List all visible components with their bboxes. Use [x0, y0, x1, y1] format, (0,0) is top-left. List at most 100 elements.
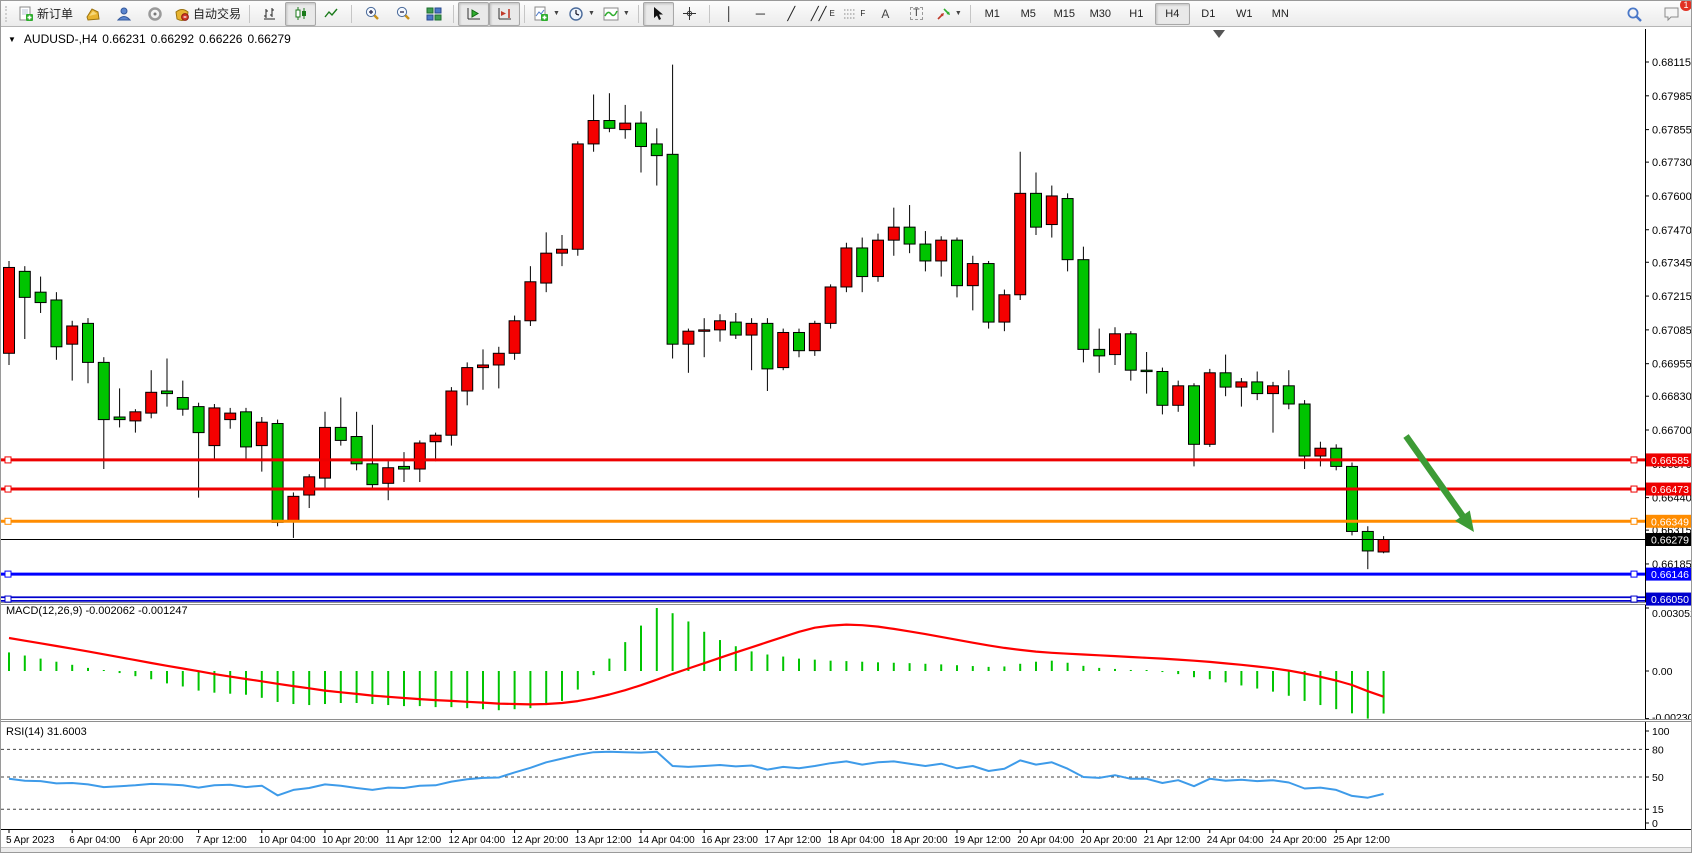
- pane-splitter[interactable]: [1, 720, 1692, 722]
- new-chart-button[interactable]: [77, 2, 108, 26]
- time-tick-label: 21 Apr 12:00: [1144, 835, 1201, 846]
- crosshair-icon: [682, 6, 697, 21]
- indicators-button[interactable]: ▼: [529, 2, 564, 26]
- price-tick-label: 0.67855: [1652, 125, 1692, 137]
- equidistant-channel-button[interactable]: ╱╱E: [807, 2, 839, 26]
- channel-sub-label: E: [830, 9, 835, 18]
- time-axis[interactable]: 5 Apr 20236 Apr 04:006 Apr 20:007 Apr 12…: [1, 829, 1692, 846]
- horizontal-line-object[interactable]: [1, 571, 1645, 577]
- close-value: 0.66279: [247, 32, 290, 46]
- rsi-tick-label: 80: [1652, 744, 1664, 756]
- horizontal-line-object[interactable]: [1, 457, 1645, 463]
- time-tick-label: 12 Apr 04:00: [448, 835, 505, 846]
- low-value: 0.66226: [199, 32, 242, 46]
- line-chart-icon: [324, 6, 339, 21]
- timeframe-button-D1[interactable]: D1: [1191, 3, 1226, 25]
- timeframe-label: W1: [1236, 8, 1253, 20]
- search-button[interactable]: [1619, 2, 1650, 26]
- candles-chart-icon: [293, 6, 308, 21]
- shapes-button[interactable]: ▼: [932, 2, 966, 26]
- line-handle[interactable]: [1631, 571, 1637, 577]
- arrow-object[interactable]: [1406, 436, 1474, 532]
- candles-view-button[interactable]: [285, 2, 316, 26]
- zoom-out-button[interactable]: [387, 2, 418, 26]
- timeframe-button-H1[interactable]: H1: [1119, 3, 1154, 25]
- auto-trading-button[interactable]: 自动交易: [170, 2, 245, 26]
- timeframes-menu-button[interactable]: ▼: [564, 2, 599, 26]
- price-tick-label: 0.68115: [1652, 57, 1691, 69]
- toolbar-separator: [351, 5, 352, 23]
- fibonacci-icon: [843, 7, 857, 21]
- line-handle[interactable]: [1631, 457, 1637, 463]
- ring-icon: [147, 6, 163, 22]
- profile-button[interactable]: [108, 2, 139, 26]
- time-tick-label: 17 Apr 12:00: [764, 835, 821, 846]
- vline-button[interactable]: │: [714, 2, 745, 26]
- horizontal-line-object[interactable]: [1, 486, 1645, 492]
- horizontal-line-object[interactable]: [1, 518, 1645, 524]
- timeframe-button-M30[interactable]: M30: [1083, 3, 1118, 25]
- chart-title[interactable]: ▼ AUDUSD-,H4 0.66231 0.66292 0.66226 0.6…: [8, 32, 291, 46]
- time-tick-label: 24 Apr 20:00: [1270, 835, 1327, 846]
- pane-splitter[interactable]: [1, 603, 1692, 605]
- open-value: 0.66231: [102, 32, 145, 46]
- templates-button[interactable]: ▼: [599, 2, 634, 26]
- line-view-button[interactable]: [316, 2, 347, 26]
- zoom-in-button[interactable]: [356, 2, 387, 26]
- line-handle[interactable]: [5, 596, 11, 602]
- search-icon: [1626, 6, 1643, 23]
- chat-button[interactable]: 1: [1656, 2, 1687, 26]
- time-tick-label: 7 Apr 12:00: [196, 835, 248, 846]
- candlestick-series: [4, 65, 1390, 570]
- bars-chart-icon: [262, 6, 277, 21]
- vertical-line-icon: │: [725, 7, 733, 20]
- templates-caret-icon: ▼: [623, 10, 630, 17]
- line-handle[interactable]: [5, 571, 11, 577]
- label-button[interactable]: T: [901, 2, 932, 26]
- bars-view-button[interactable]: [254, 2, 285, 26]
- time-tick-label: 11 Apr 12:00: [385, 835, 441, 846]
- price-axis[interactable]: 0.681150.679850.678550.677300.676000.674…: [1645, 29, 1692, 829]
- tile-windows-button[interactable]: [418, 2, 449, 26]
- hline-button[interactable]: ─: [745, 2, 776, 26]
- line-handle[interactable]: [1631, 518, 1637, 524]
- line-handle[interactable]: [5, 457, 11, 463]
- timeframe-button-M5[interactable]: M5: [1011, 3, 1046, 25]
- time-tick-label: 5 Apr 2023: [6, 835, 55, 846]
- line-handle[interactable]: [5, 486, 11, 492]
- timeframe-button-M1[interactable]: M1: [975, 3, 1010, 25]
- time-tick-label: 12 Apr 20:00: [512, 835, 569, 846]
- zoom-out-icon: [395, 6, 411, 22]
- trendline-button[interactable]: ╱: [776, 2, 807, 26]
- crosshair-button[interactable]: [674, 2, 705, 26]
- auto-trading-icon: [174, 6, 190, 22]
- rsi-levels: [1, 749, 1645, 809]
- svg-text:0.66146: 0.66146: [1651, 569, 1689, 581]
- horizontal-line-object[interactable]: [1, 596, 1645, 602]
- fibonacci-button[interactable]: F: [839, 2, 870, 26]
- toolbar-separator: [638, 5, 639, 23]
- timeframe-button-W1[interactable]: W1: [1227, 3, 1262, 25]
- window-bottom-strip: [1, 848, 1692, 853]
- timeframe-button-M15[interactable]: M15: [1047, 3, 1082, 25]
- text-button[interactable]: A: [870, 2, 901, 26]
- toolbar-right: 1: [1619, 1, 1687, 27]
- cursor-button[interactable]: [643, 2, 674, 26]
- rsi-label: RSI(14) 31.6003: [6, 726, 87, 738]
- chart-shift-marker[interactable]: [1213, 30, 1225, 38]
- community-button[interactable]: [139, 2, 170, 26]
- line-handle[interactable]: [5, 518, 11, 524]
- axis-price-badge: 0.66349: [1646, 515, 1692, 529]
- line-handle[interactable]: [1631, 486, 1637, 492]
- axis-price-badge: 0.66585: [1646, 453, 1692, 467]
- timeframe-button-MN[interactable]: MN: [1263, 3, 1298, 25]
- new-order-button[interactable]: 新订单: [14, 2, 77, 26]
- time-tick-label: 20 Apr 20:00: [1080, 835, 1137, 846]
- line-handle[interactable]: [1631, 596, 1637, 602]
- zoom-in-icon: [364, 6, 380, 22]
- auto-scroll-button[interactable]: [458, 2, 489, 26]
- toolbar-separator: [970, 5, 971, 23]
- toolbar-drag-handle[interactable]: [5, 6, 11, 22]
- timeframe-button-H4[interactable]: H4: [1155, 3, 1190, 25]
- chart-shift-button[interactable]: [489, 2, 520, 26]
